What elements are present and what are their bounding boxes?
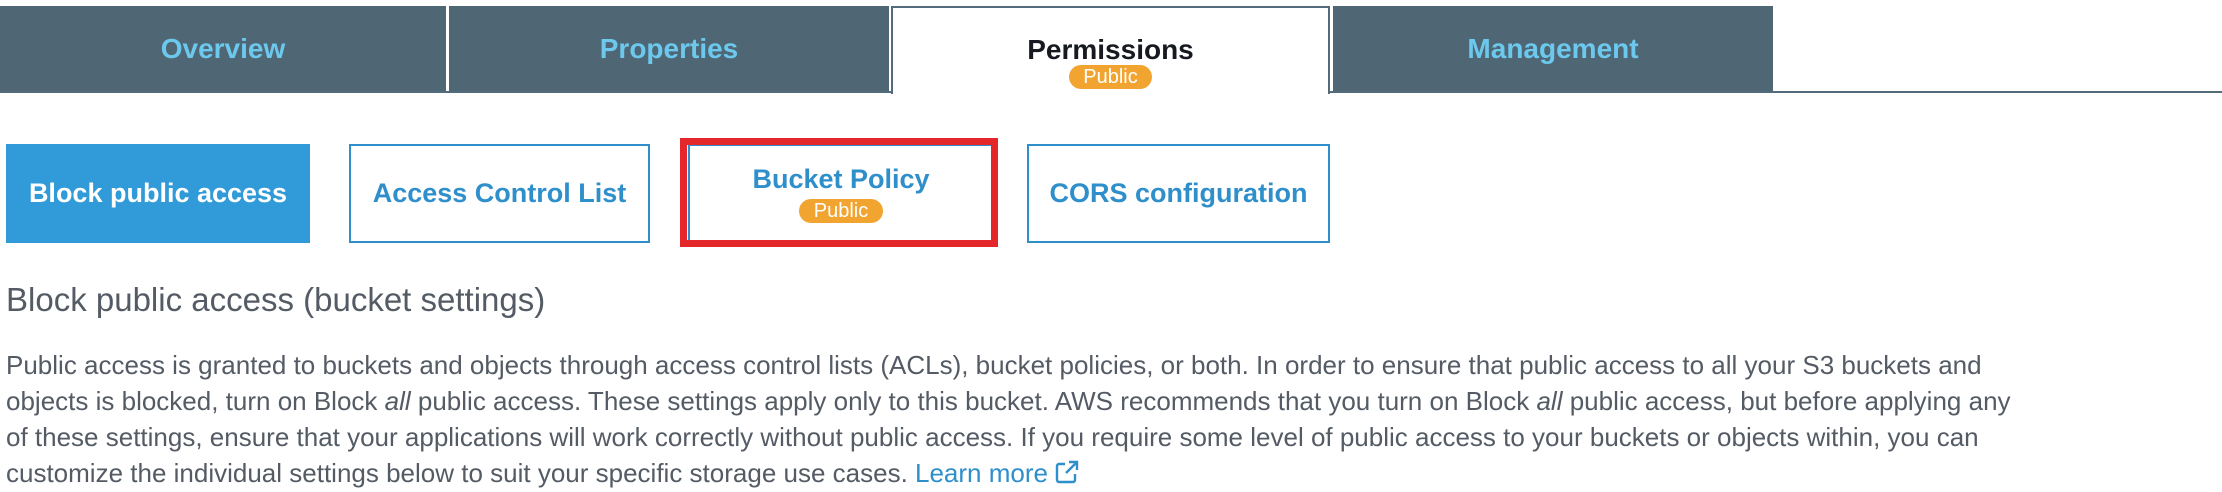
tab-label: Overview [160,32,286,64]
description-line: of these settings, ensure that your appl… [6,419,2206,455]
tab-bar: Overview Properties Permissions Public M… [0,0,2222,94]
description-line: customize the individual settings below … [6,455,2206,491]
subtab-label: Block public access [28,178,288,208]
public-badge: Public [1069,65,1152,89]
tab-management[interactable]: Management [1333,6,1773,91]
description-text: public access, but before applying any [1562,386,2011,416]
tab-permissions[interactable]: Permissions Public [891,6,1330,94]
learn-more-label: Learn more [915,458,1048,488]
subtab-label: Access Control List [372,178,627,208]
emphasis-text: all [384,386,411,416]
section-description: Public access is granted to buckets and … [6,347,2206,491]
tab-label: Management [1467,32,1639,64]
section-title: Block public access (bucket settings) [6,281,546,318]
description-text: of these settings, ensure that your appl… [6,422,1979,452]
external-link-icon [1055,460,1079,484]
description-text: Public access is granted to buckets and … [6,350,1982,380]
highlight-box [680,138,998,247]
subtab-block-public-access[interactable]: Block public access [6,144,310,243]
subtab-access-control-list[interactable]: Access Control List [349,144,650,243]
tab-overview[interactable]: Overview [0,6,446,91]
learn-more-link[interactable]: Learn more [915,458,1080,488]
description-line: Public access is granted to buckets and … [6,347,2206,383]
description-text: objects is blocked, turn on Block [6,386,385,416]
emphasis-text: all [1536,386,1563,416]
tab-label: Properties [599,32,739,64]
subtab-label: CORS configuration [1049,178,1308,208]
description-line: objects is blocked, turn on Block all pu… [6,383,2206,419]
tab-properties[interactable]: Properties [449,6,889,91]
description-text: customize the individual settings below … [6,458,916,488]
tab-label: Permissions [1027,34,1194,65]
subtab-cors-configuration[interactable]: CORS configuration [1027,144,1330,243]
description-text: public access. These settings apply only… [410,386,1537,416]
